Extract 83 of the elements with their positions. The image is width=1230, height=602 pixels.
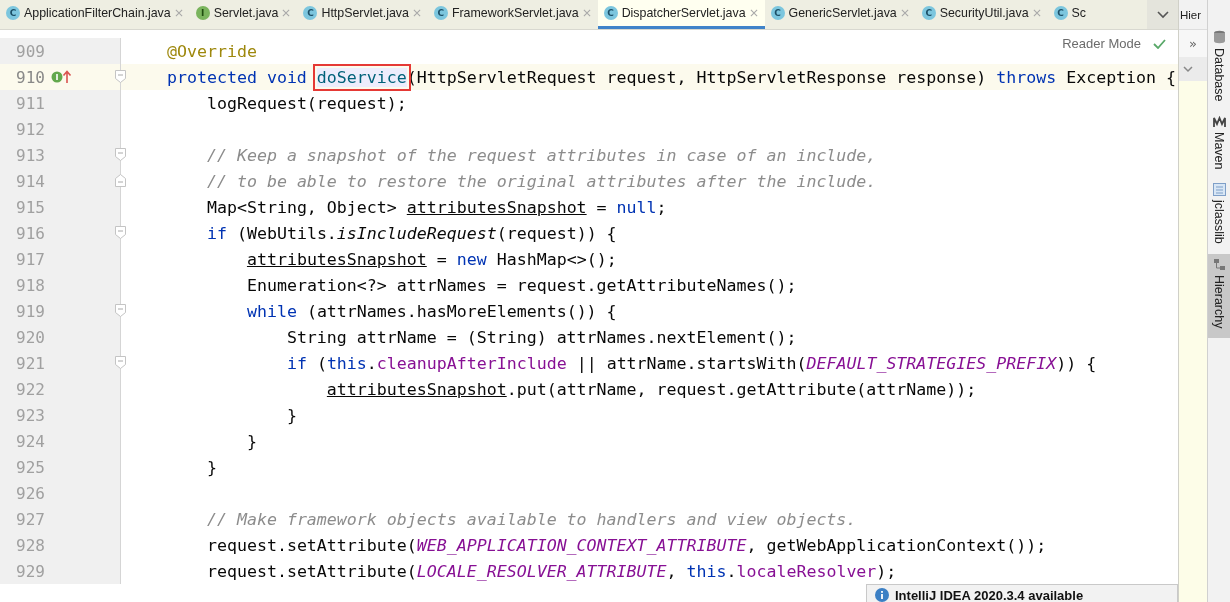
info-icon bbox=[875, 588, 889, 602]
line-number: 911 bbox=[15, 93, 45, 113]
class-icon: C bbox=[603, 6, 618, 20]
code-line: if (WebUtils.isIncludeRequest(request)) { bbox=[205, 223, 617, 243]
class-icon: C bbox=[1053, 6, 1068, 20]
code-line: request.setAttribute(LOCALE_RESOLVER_ATTRIBUTE, this.localeResolver); bbox=[205, 561, 897, 581]
line-number: 928 bbox=[15, 535, 45, 555]
close-icon[interactable] bbox=[1032, 9, 1041, 17]
fold-icon[interactable] bbox=[115, 226, 126, 239]
code-line: Map<String, Object> attributesSnapshot = null; bbox=[205, 197, 667, 217]
tool-window-button[interactable]: Database bbox=[1208, 26, 1230, 112]
close-icon[interactable] bbox=[174, 9, 183, 17]
interface-icon: I bbox=[195, 6, 210, 20]
line-number: 914 bbox=[15, 171, 45, 191]
close-icon[interactable] bbox=[282, 9, 291, 17]
code-line: if (this.cleanupAfterInclude || attrName.startsWith(DEFAULT_STRATEGIES_PREFIX)) { bbox=[285, 353, 1097, 373]
line-number: 925 bbox=[15, 457, 45, 477]
editor-tab[interactable]: I Servlet.java bbox=[189, 0, 298, 29]
line-number: 929 bbox=[15, 561, 45, 581]
code-line: // Keep a snapshot of the request attributes in case of an include, bbox=[205, 145, 877, 165]
line-number: 917 bbox=[15, 249, 45, 269]
line-number: 910 bbox=[15, 67, 45, 87]
letter-m-icon bbox=[1212, 115, 1226, 128]
editor-tab[interactable]: C HttpServlet.java bbox=[297, 0, 428, 29]
document-icon bbox=[1212, 183, 1226, 197]
tool-window-button[interactable]: jclasslib bbox=[1208, 179, 1230, 254]
tool-window-button[interactable]: Hierarchy bbox=[1208, 253, 1230, 339]
line-number: 912 bbox=[15, 119, 45, 139]
line-number: 921 bbox=[15, 353, 45, 373]
code-line: logRequest(request); bbox=[205, 93, 407, 113]
expand-button[interactable]: » bbox=[1189, 36, 1197, 51]
code-line: attributesSnapshot = new HashMap<>(); bbox=[245, 249, 617, 269]
class-icon: C bbox=[6, 6, 20, 20]
code-line: // to be able to restore the original attributes after the include. bbox=[205, 171, 877, 191]
line-number: 927 bbox=[15, 509, 45, 529]
code-line: @Override bbox=[166, 41, 257, 61]
line-number: 924 bbox=[15, 431, 45, 451]
tool-window-button[interactable]: Maven bbox=[1208, 111, 1230, 180]
code-line: } bbox=[245, 431, 257, 451]
fold-icon[interactable] bbox=[115, 304, 126, 317]
line-number: 918 bbox=[15, 275, 45, 295]
hierarchy-icon bbox=[1212, 257, 1226, 271]
close-icon[interactable] bbox=[412, 9, 421, 17]
reader-mode-link[interactable]: Reader Mode bbox=[1062, 36, 1141, 51]
line-number: 926 bbox=[15, 483, 45, 503]
close-icon[interactable] bbox=[749, 9, 758, 17]
code-line: request.setAttribute(WEB_APPLICATION_CONTEXT_ATTRIBUTE, getWebApplicationContext()); bbox=[205, 535, 1047, 555]
fold-icon[interactable] bbox=[115, 70, 126, 83]
code-line: } bbox=[285, 405, 297, 425]
editor-tab[interactable]: C GenericServlet.java bbox=[764, 0, 916, 29]
implements-arrow-icon[interactable] bbox=[51, 70, 73, 84]
code-line: while (attrNames.hasMoreElements()) { bbox=[245, 301, 617, 321]
code-line: } bbox=[205, 457, 217, 477]
fold-icon[interactable] bbox=[115, 174, 126, 187]
class-icon: C bbox=[433, 6, 448, 20]
line-number: 923 bbox=[15, 405, 45, 425]
line-number: 915 bbox=[15, 197, 45, 217]
code-line: // Make framework objects available to handlers and view objects. bbox=[205, 509, 857, 529]
chevron-down-icon[interactable] bbox=[1156, 10, 1169, 19]
line-number: 916 bbox=[15, 223, 45, 243]
database-icon bbox=[1212, 30, 1226, 44]
editor-tab[interactable]: C SecurityUtil.java bbox=[915, 0, 1048, 29]
code-line: attributesSnapshot.put(attrName, request.getAttribute(attrName)); bbox=[325, 379, 977, 399]
fold-icon[interactable] bbox=[115, 356, 126, 369]
line-number: 919 bbox=[15, 301, 45, 321]
line-number: 909 bbox=[15, 41, 45, 61]
line-number: 913 bbox=[15, 145, 45, 165]
class-icon: C bbox=[770, 6, 785, 20]
fold-icon[interactable] bbox=[115, 148, 126, 161]
editor-tab[interactable]: C ApplicationFilterChain.java bbox=[0, 0, 190, 29]
class-icon: C bbox=[921, 6, 936, 20]
editor-tab[interactable]: C FrameworkServlet.java bbox=[427, 0, 598, 29]
chevron-down-icon[interactable] bbox=[1183, 65, 1193, 73]
close-icon[interactable] bbox=[900, 9, 909, 17]
line-number: 922 bbox=[15, 379, 45, 399]
check-icon[interactable] bbox=[1153, 38, 1166, 49]
code-line: Enumeration<?> attrNames = request.getAttributeNames(); bbox=[245, 275, 797, 295]
class-icon: C bbox=[303, 6, 318, 20]
editor-tab[interactable]: C DispatcherServlet.java bbox=[597, 0, 765, 29]
editor-tab[interactable]: C Sc bbox=[1047, 0, 1088, 29]
close-icon[interactable] bbox=[582, 9, 591, 17]
code-line: String attrName = (String) attrNames.nextElement(); bbox=[285, 327, 797, 347]
line-number: 920 bbox=[15, 327, 45, 347]
